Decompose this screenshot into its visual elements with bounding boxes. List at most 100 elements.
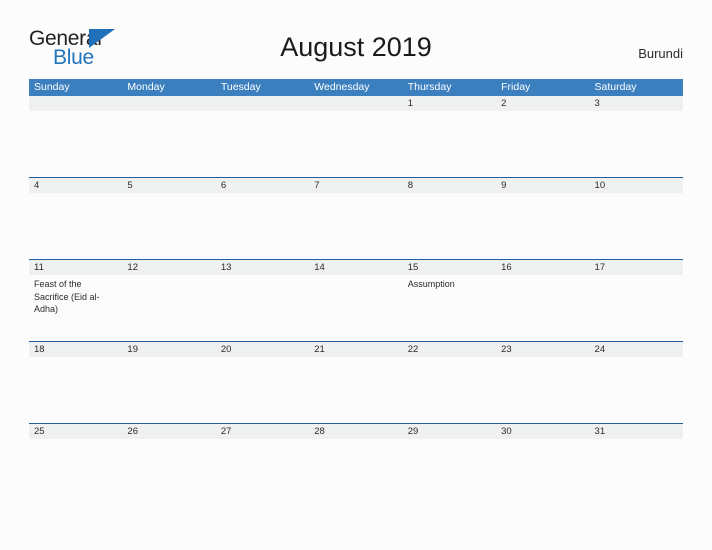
calendar-day-cell-empty	[122, 96, 216, 177]
calendar-day-cell[interactable]: 15 Assumption	[402, 260, 497, 341]
day-number: 1	[407, 98, 413, 109]
calendar-weeks: 1 2 3 4 5 6 7 8 9 10 11 Feast of the Sacrifice (Eid…	[29, 96, 683, 505]
day-events	[496, 275, 589, 278]
calendar-week-row: 1 2 3	[29, 96, 683, 177]
day-number: 17	[594, 262, 606, 273]
day-number-band: 7	[309, 178, 403, 193]
calendar-day-cell[interactable]: 3	[589, 96, 683, 177]
calendar-day-cell[interactable]: 11 Feast of the Sacrifice (Eid al-Adha)	[29, 260, 123, 341]
calendar-day-cell[interactable]: 9	[496, 178, 590, 259]
page-title: August 2019	[280, 32, 432, 62]
day-number-band: 13	[215, 260, 310, 275]
day-number-band: 31	[589, 424, 683, 439]
day-number-band: 10	[589, 178, 683, 193]
calendar-day-cell[interactable]: 20	[215, 342, 310, 423]
day-events	[403, 439, 496, 442]
calendar-day-cell[interactable]: 31	[589, 424, 683, 505]
calendar-day-cell[interactable]: 22	[402, 342, 497, 423]
day-events	[496, 439, 589, 442]
day-events	[590, 357, 683, 360]
day-events	[496, 357, 589, 360]
day-number: 24	[594, 344, 606, 355]
day-events	[590, 111, 683, 114]
calendar-day-cell[interactable]: 28	[309, 424, 403, 505]
day-events	[590, 439, 683, 442]
calendar-day-cell[interactable]: 12	[122, 260, 216, 341]
calendar-day-cell[interactable]: 21	[309, 342, 403, 423]
calendar-day-cell[interactable]: 10	[589, 178, 683, 259]
calendar-week-row: 11 Feast of the Sacrifice (Eid al-Adha) 12…	[29, 259, 683, 341]
calendar-page: General Blue August 2019 Burundi Sunday …	[0, 0, 712, 550]
day-number-band: 3	[589, 96, 683, 111]
day-number-band: 9	[496, 178, 590, 193]
day-number: 16	[501, 262, 512, 273]
day-number-band: 20	[215, 342, 310, 357]
day-number-band: 28	[309, 424, 403, 439]
calendar-day-cell[interactable]: 19	[122, 342, 216, 423]
day-number: 4	[34, 180, 40, 191]
holiday-label: Feast of the Sacrifice (Eid al-Adha)	[34, 279, 100, 314]
page-header: General Blue August 2019 Burundi	[0, 0, 712, 79]
day-events: Feast of the Sacrifice (Eid al-Adha)	[29, 275, 122, 316]
calendar-day-cell[interactable]: 2	[496, 96, 590, 177]
country-label: Burundi	[638, 46, 683, 61]
day-number: 29	[407, 426, 419, 437]
day-events	[590, 193, 683, 196]
calendar-day-cell[interactable]: 4	[29, 178, 123, 259]
day-events	[122, 357, 215, 360]
calendar-day-cell[interactable]: 13	[215, 260, 310, 341]
day-events	[29, 357, 122, 360]
day-header-thursday: Thursday	[407, 81, 452, 93]
day-header-wednesday: Wednesday	[314, 81, 370, 93]
day-number: 6	[220, 180, 227, 191]
day-number-band: 11	[29, 260, 123, 275]
day-number-band	[309, 96, 403, 111]
day-events	[496, 193, 589, 196]
calendar-day-cell[interactable]: 17	[589, 260, 683, 341]
day-number-band: 6	[215, 178, 310, 193]
calendar-day-cell[interactable]: 7	[309, 178, 403, 259]
day-number: 30	[501, 426, 512, 437]
calendar-day-cell[interactable]: 24	[589, 342, 683, 423]
calendar-day-cell[interactable]: 16	[496, 260, 590, 341]
calendar-day-cell[interactable]: 14	[309, 260, 403, 341]
day-events	[29, 439, 122, 442]
calendar-day-cell[interactable]: 1	[402, 96, 497, 177]
calendar-week-row: 4 5 6 7 8 9 10	[29, 177, 683, 259]
calendar-day-cell[interactable]: 5	[122, 178, 216, 259]
day-number-band: 1	[402, 96, 497, 111]
day-events	[216, 111, 309, 114]
day-events	[122, 275, 215, 278]
day-number: 23	[501, 344, 512, 355]
day-number: 15	[407, 262, 419, 273]
day-number-band: 21	[309, 342, 403, 357]
day-header-monday: Monday	[127, 81, 165, 93]
calendar-day-cell[interactable]: 25	[29, 424, 123, 505]
calendar-day-cell[interactable]: 18	[29, 342, 123, 423]
calendar-week-row: 18 19 20 21 22 23 24	[29, 341, 683, 423]
day-number: 18	[34, 344, 45, 355]
calendar-day-cell[interactable]: 6	[215, 178, 310, 259]
day-number: 11	[34, 262, 44, 273]
calendar-day-cell[interactable]: 26	[122, 424, 216, 505]
day-events	[29, 111, 122, 114]
calendar-day-cell[interactable]: 30	[496, 424, 590, 505]
day-number-band	[29, 96, 123, 111]
day-number-band: 22	[402, 342, 497, 357]
calendar-day-cell[interactable]: 29	[402, 424, 497, 505]
day-number: 7	[314, 180, 320, 191]
day-events	[309, 275, 402, 278]
calendar-day-cell[interactable]: 27	[215, 424, 310, 505]
calendar-week-row: 25 26 27 28 29 30 31	[29, 423, 683, 505]
day-events	[29, 193, 122, 196]
day-number-band: 4	[29, 178, 123, 193]
day-number: 10	[594, 180, 606, 191]
day-number: 13	[220, 262, 232, 273]
day-number-band: 30	[496, 424, 590, 439]
day-number-band: 23	[496, 342, 590, 357]
day-number: 20	[220, 344, 232, 355]
day-of-week-header-row: Sunday Monday Tuesday Wednesday Thursday…	[29, 79, 683, 96]
calendar-day-cell[interactable]: 23	[496, 342, 590, 423]
calendar-day-cell[interactable]: 8	[402, 178, 497, 259]
day-number: 31	[594, 426, 606, 437]
